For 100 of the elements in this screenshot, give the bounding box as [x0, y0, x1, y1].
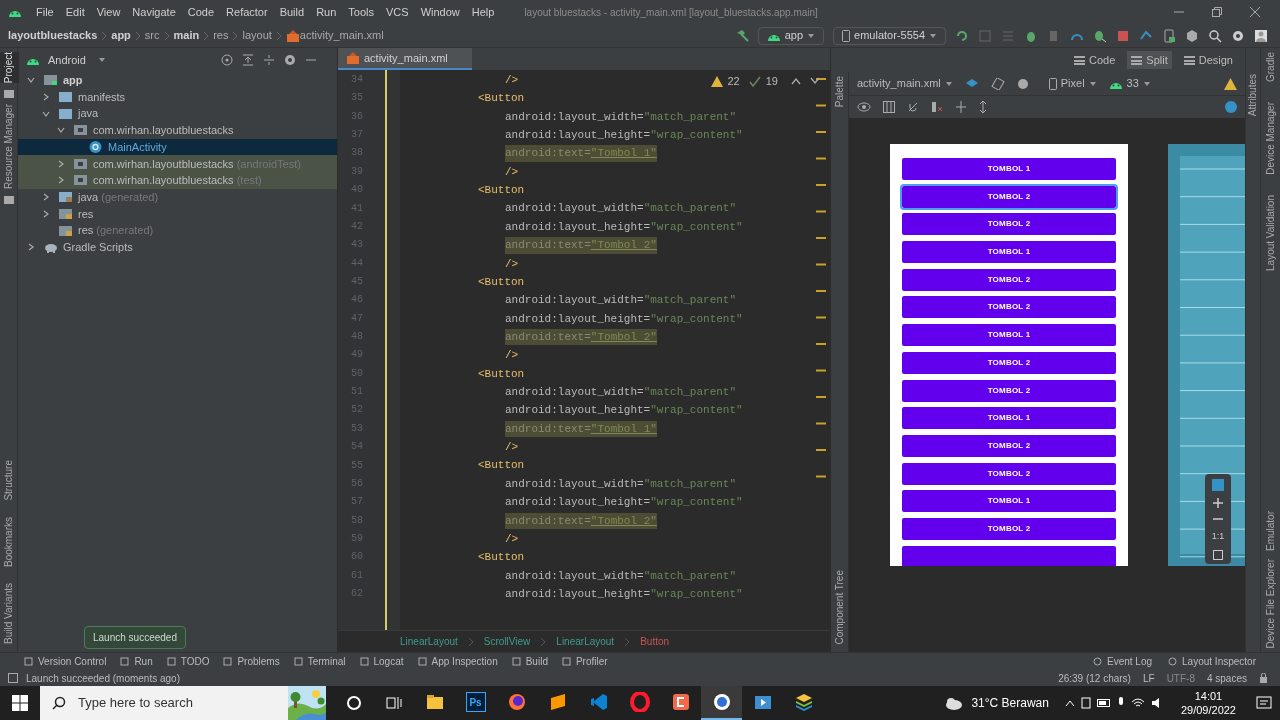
- eye-icon[interactable]: [857, 102, 871, 112]
- weather-text[interactable]: 31°C Berawan: [971, 694, 1049, 712]
- tool-window-button[interactable]: App Inspection: [417, 654, 498, 669]
- tool-window-tab[interactable]: Bookmarks: [0, 517, 19, 568]
- tool-window-button[interactable]: Event Log: [1093, 654, 1153, 669]
- breadcrumb[interactable]: activity_main.xml: [299, 27, 384, 44]
- menu-item[interactable]: Window: [414, 3, 466, 21]
- tree-item[interactable]: manifests: [18, 88, 337, 106]
- tool-window-button[interactable]: Logcat: [359, 654, 404, 669]
- line-separator[interactable]: LF: [1142, 670, 1155, 686]
- rerun-icon[interactable]: [955, 28, 969, 43]
- tool-window-tab[interactable]: Gradle: [1260, 52, 1280, 82]
- device-dropdown[interactable]: emulator-5554: [833, 26, 946, 45]
- magnet-off-icon[interactable]: [907, 101, 919, 113]
- columns-icon[interactable]: [883, 101, 895, 113]
- tag-breadcrumb[interactable]: Button: [640, 634, 670, 649]
- tag-breadcrumb[interactable]: LinearLayout: [400, 634, 458, 649]
- settings-icon[interactable]: [1231, 28, 1245, 43]
- close-icon[interactable]: [1250, 7, 1260, 17]
- task-view-icon[interactable]: [386, 695, 402, 711]
- preview-button[interactable]: TOMBOL 1: [902, 158, 1116, 180]
- account-icon[interactable]: [1254, 28, 1268, 43]
- stop-icon[interactable]: [1116, 28, 1130, 43]
- view-mode-button[interactable]: Code: [1070, 51, 1120, 69]
- preview-button[interactable]: TOMBOL 2: [902, 296, 1116, 319]
- api-level-dropdown[interactable]: 33: [1108, 75, 1151, 92]
- tree-item[interactable]: com.wirhan.layoutbluestacks: [18, 122, 337, 139]
- preview-button[interactable]: TOMBOL 2: [902, 434, 1116, 457]
- file-encoding[interactable]: UTF-8: [1166, 670, 1195, 686]
- tool-window-tab[interactable]: Component Tree: [829, 569, 850, 644]
- tool-window-button[interactable]: Version Control: [24, 654, 107, 669]
- tree-item[interactable]: app: [18, 72, 337, 89]
- preview-button[interactable]: TOMBOL 2: [902, 379, 1116, 402]
- tool-window-tab[interactable]: Attributes: [1243, 74, 1263, 117]
- menu-item[interactable]: VCS: [380, 3, 415, 21]
- preview-button[interactable]: [902, 545, 1116, 566]
- pan-icon[interactable]: [1211, 478, 1225, 492]
- preview-button[interactable]: TOMBOL 2: [902, 462, 1116, 485]
- tree-item[interactable]: Gradle Scripts: [18, 238, 337, 256]
- tool-window-button[interactable]: Profiler: [561, 654, 608, 669]
- weak-warning-count[interactable]: 19: [765, 73, 778, 90]
- horizontal-guide-icon[interactable]: [955, 101, 967, 113]
- help-icon[interactable]: [1225, 101, 1237, 113]
- menu-item[interactable]: Edit: [59, 3, 91, 21]
- tool-window-button[interactable]: Layout Inspector: [1168, 654, 1256, 669]
- tool-window-tab[interactable]: Device Manager: [1260, 102, 1280, 175]
- preview-button[interactable]: TOMBOL 1: [902, 241, 1116, 264]
- expand-all-icon[interactable]: [242, 54, 254, 66]
- tool-window-button[interactable]: Build: [511, 654, 548, 669]
- clock-time[interactable]: 14:01: [1194, 689, 1223, 703]
- breadcrumb[interactable]: src: [144, 27, 160, 44]
- vertical-resize-icon[interactable]: [979, 101, 987, 113]
- tree-item[interactable]: res (generated): [18, 222, 337, 239]
- menu-item[interactable]: View: [90, 3, 127, 21]
- caret-position[interactable]: 26:39 (12 chars): [1058, 670, 1131, 686]
- breadcrumb[interactable]: app: [111, 27, 131, 44]
- tool-window-tab[interactable]: Palette: [829, 76, 850, 108]
- view-mode-button[interactable]: Split: [1127, 51, 1172, 69]
- preview-button[interactable]: TOMBOL 2: [902, 268, 1116, 291]
- preview-button[interactable]: TOMBOL 1: [902, 490, 1116, 513]
- preview-button[interactable]: TOMBOL 2: [902, 351, 1116, 374]
- breadcrumb[interactable]: layoutbluestacks: [8, 27, 98, 44]
- breadcrumb[interactable]: main: [173, 27, 200, 44]
- tool-window-tab[interactable]: Device File Explorer: [1260, 558, 1280, 648]
- menu-item[interactable]: Help: [465, 3, 501, 21]
- preview-button[interactable]: TOMBOL 1: [902, 407, 1116, 430]
- tool-window-button[interactable]: Run: [120, 654, 153, 669]
- tree-item[interactable]: res: [18, 205, 337, 223]
- run-config-dropdown[interactable]: app: [757, 26, 825, 45]
- search-icon[interactable]: [1208, 28, 1222, 43]
- night-mode-icon[interactable]: [1016, 77, 1029, 90]
- target-icon[interactable]: [221, 54, 233, 66]
- taskbar-search-field[interactable]: Type here to search: [40, 686, 326, 720]
- menu-item[interactable]: Code: [181, 3, 221, 21]
- preview-button[interactable]: TOMBOL 2: [902, 517, 1116, 540]
- previous-icon[interactable]: [791, 77, 801, 86]
- menu-item[interactable]: Refactor: [220, 3, 274, 21]
- zoom-reset-button[interactable]: 1:1: [1211, 530, 1225, 544]
- preview-button[interactable]: TOMBOL 1: [902, 324, 1116, 347]
- tree-item[interactable]: java: [18, 105, 337, 123]
- tool-window-tab[interactable]: Structure: [0, 460, 19, 501]
- menu-item[interactable]: File: [30, 3, 60, 21]
- phone-icon[interactable]: [1162, 28, 1176, 43]
- rotate-icon[interactable]: [990, 77, 1005, 90]
- tool-window-tab[interactable]: Emulator: [1260, 510, 1280, 551]
- tree-item[interactable]: java (generated): [18, 188, 337, 206]
- settings-icon[interactable]: [284, 54, 296, 66]
- tool-window-tab[interactable]: Layout Validation: [1260, 194, 1280, 271]
- layers-icon[interactable]: [964, 77, 979, 90]
- clear-constraints-icon[interactable]: [931, 101, 943, 113]
- tag-breadcrumb[interactable]: LinearLayout: [556, 634, 615, 649]
- tool-window-tab[interactable]: Project: [0, 52, 19, 84]
- tool-window-button[interactable]: Problems: [223, 654, 280, 669]
- menu-item[interactable]: Navigate: [126, 3, 182, 21]
- zoom-in-icon[interactable]: [1213, 498, 1223, 508]
- tool-window-tab[interactable]: Resource Manager: [0, 104, 19, 190]
- menu-item[interactable]: Build: [273, 3, 311, 21]
- cube-icon[interactable]: [1185, 28, 1199, 43]
- bug-attach-icon[interactable]: [1093, 28, 1107, 43]
- tag-breadcrumb[interactable]: ScrollView: [483, 634, 531, 649]
